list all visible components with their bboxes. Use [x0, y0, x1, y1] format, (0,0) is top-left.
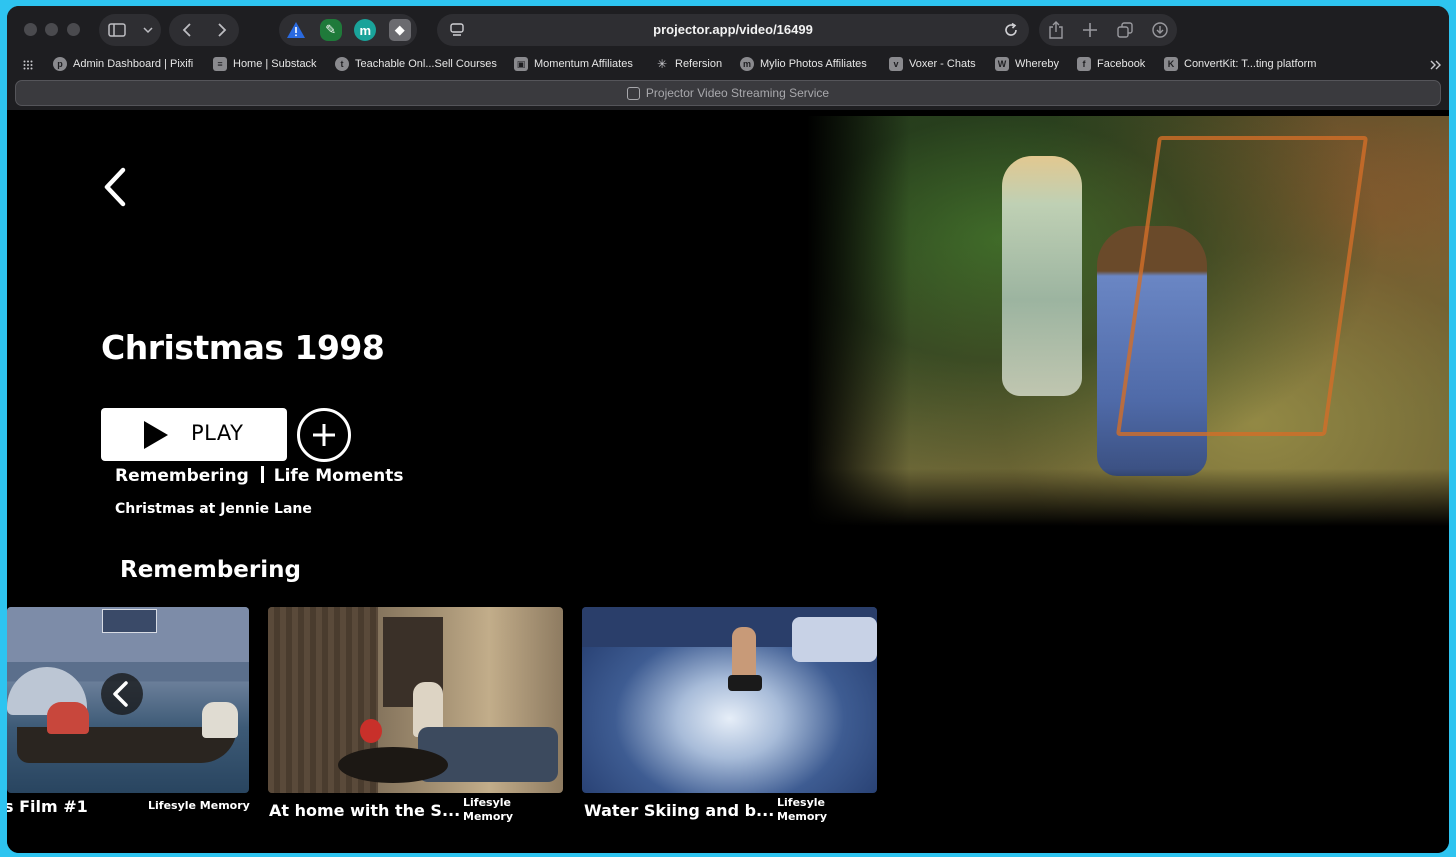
shield-extension-icon[interactable]: ◆: [388, 19, 411, 41]
address-bar[interactable]: projector.app/video/16499: [437, 14, 1029, 46]
tab-projector[interactable]: Projector Video Streaming Service: [15, 80, 1441, 106]
bookmark-label: Whereby: [1015, 58, 1060, 70]
warning-extension-icon[interactable]: [285, 19, 307, 41]
hero-fade-overlay: [807, 116, 1449, 526]
browser-window: ✎ m ◆ projector.app/video/16499 p Admin D…: [7, 6, 1449, 853]
tab-strip: Projector Video Streaming Service: [7, 78, 1449, 110]
momentum-icon: ▣: [514, 57, 528, 71]
chevron-left-icon: [113, 681, 128, 707]
tab-overview-icon[interactable]: [1116, 22, 1133, 38]
bookmark-label: Teachable Onl...Sell Courses: [355, 58, 497, 70]
more-bookmarks-icon[interactable]: [1430, 60, 1442, 70]
page-content: Christmas 1998 PLAY Remembering Life Mome…: [7, 110, 1449, 853]
m-extension-icon[interactable]: m: [354, 19, 377, 41]
category-remembering[interactable]: Remembering: [115, 466, 249, 486]
bookmark-refersion[interactable]: ✳ Refersion: [655, 57, 722, 71]
thumb-sign: [102, 609, 157, 633]
thumb-skier-shorts: [728, 675, 762, 691]
add-to-list-button[interactable]: [297, 408, 351, 462]
plus-icon: [313, 424, 335, 446]
refersion-icon: ✳: [656, 57, 668, 71]
browser-toolbar: ✎ m ◆ projector.app/video/16499: [7, 6, 1449, 52]
new-tab-icon[interactable]: [1082, 22, 1098, 38]
extensions-group: ✎ m ◆: [279, 14, 417, 46]
bookmark-label: Home | Substack: [233, 58, 317, 70]
thumb-person: [47, 702, 89, 734]
url-text: projector.app/video/16499: [653, 22, 813, 37]
mylio-icon: m: [740, 57, 754, 71]
card-tag: Lifesyle Memory: [148, 799, 250, 812]
chevron-down-icon: [142, 27, 153, 34]
card-title: At home with the S...: [269, 801, 461, 820]
thumb-flowers: [360, 719, 382, 743]
bookmark-label: Voxer - Chats: [909, 58, 976, 70]
substack-icon: ≡: [213, 57, 227, 71]
video-card-water-skiing[interactable]: [582, 607, 877, 793]
facebook-icon: f: [1077, 57, 1091, 71]
bookmark-mylio[interactable]: m Mylio Photos Affiliates: [740, 57, 867, 71]
video-title: Christmas 1998: [101, 328, 385, 367]
bookmark-label: Admin Dashboard | Pixifi: [73, 58, 194, 70]
card-tag: Lifesyle Memory: [463, 796, 514, 823]
projector-favicon-icon: [626, 86, 640, 100]
toolbar-actions: [1039, 14, 1177, 46]
row-title: Remembering: [120, 557, 301, 583]
bookmark-label: Mylio Photos Affiliates: [760, 58, 867, 70]
bookmark-facebook[interactable]: f Facebook: [1077, 57, 1145, 71]
thumb-person: [202, 702, 238, 738]
card-title: s Film #1: [7, 797, 88, 816]
thumb-table: [338, 747, 448, 783]
bookmark-substack[interactable]: ≡ Home | Substack: [213, 57, 317, 71]
hero-video-still: [807, 116, 1449, 526]
bookmark-label: Refersion: [675, 58, 723, 70]
bookmark-convertkit[interactable]: K ConvertKit: T...ting platform: [1164, 57, 1316, 71]
thumb-boat: [792, 617, 877, 662]
bookmark-pixifi[interactable]: p Admin Dashboard | Pixifi: [53, 57, 193, 71]
tab-title: Projector Video Streaming Service: [645, 86, 830, 100]
forward-arrow-icon[interactable]: [217, 22, 227, 38]
bookmark-voxer[interactable]: v Voxer - Chats: [889, 57, 976, 71]
pixifi-icon: p: [53, 57, 67, 71]
bookmark-label: Momentum Affiliates: [534, 58, 633, 70]
bookmark-whereby[interactable]: W Whereby: [995, 57, 1059, 71]
minimize-window-button[interactable]: [45, 23, 58, 36]
apps-grid-icon[interactable]: [23, 60, 35, 70]
reload-icon[interactable]: [1003, 22, 1019, 38]
card-tag: Lifesyle Memory: [777, 796, 828, 823]
evernote-extension-icon[interactable]: ✎: [319, 19, 342, 41]
bookmark-label: ConvertKit: T...ting platform: [1184, 58, 1317, 70]
back-arrow-icon[interactable]: [182, 22, 192, 38]
video-subtitle: Christmas at Jennie Lane: [115, 501, 312, 517]
history-nav: [169, 14, 239, 46]
bookmark-label: Facebook: [1097, 58, 1146, 70]
convertkit-icon: K: [1164, 57, 1178, 71]
bookmark-momentum[interactable]: ▣ Momentum Affiliates: [514, 57, 633, 71]
teachable-icon: t: [335, 57, 349, 71]
card-title: Water Skiing and b...: [584, 801, 775, 820]
back-chevron-icon[interactable]: [99, 164, 131, 210]
share-icon[interactable]: [1048, 21, 1063, 39]
downloads-icon[interactable]: [1151, 22, 1168, 38]
play-label: PLAY: [191, 421, 244, 445]
close-window-button[interactable]: [24, 23, 37, 36]
play-button[interactable]: PLAY: [101, 408, 287, 461]
voxer-icon: v: [889, 57, 903, 71]
zoom-window-button[interactable]: [67, 23, 80, 36]
category-separator: [260, 466, 264, 483]
category-life-moments[interactable]: Life Moments: [274, 466, 404, 486]
row-scroll-left-button[interactable]: [101, 673, 143, 715]
bookmark-teachable[interactable]: t Teachable Onl...Sell Courses: [335, 57, 497, 71]
play-icon: [144, 421, 168, 449]
video-categories: Remembering Life Moments: [115, 466, 403, 486]
bookmarks-bar: p Admin Dashboard | Pixifi ≡ Home | Substa…: [7, 52, 1449, 78]
video-card-at-home[interactable]: [268, 607, 563, 793]
sidebar-toggle-button[interactable]: [99, 14, 161, 46]
whereby-icon: W: [995, 57, 1009, 71]
sidebar-icon: [107, 23, 126, 37]
